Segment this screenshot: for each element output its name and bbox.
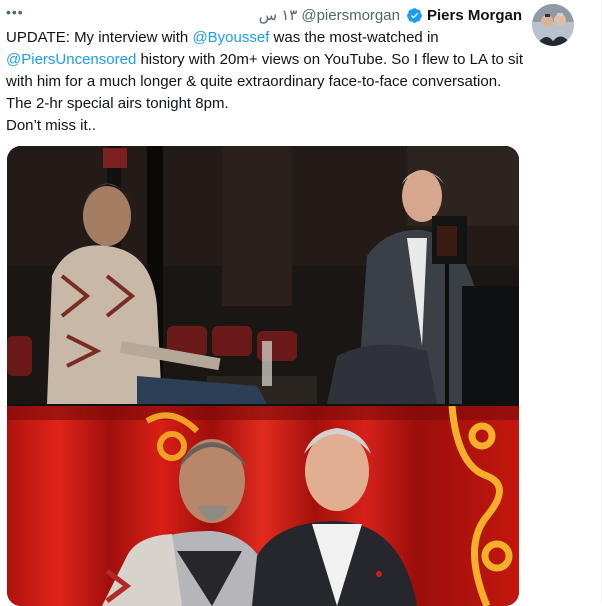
tweet-text-segment: UPDATE: My interview with <box>6 29 193 46</box>
tweet-text-segment: Don’t miss it.. <box>6 117 97 134</box>
tweet-media[interactable] <box>7 146 519 606</box>
mention-link[interactable]: @PiersUncensored <box>6 51 136 68</box>
tweet-timestamp[interactable]: ١٣ س <box>259 6 298 24</box>
tweet-text: UPDATE: My interview with @Byoussef was … <box>6 27 526 137</box>
more-options-icon[interactable]: ••• <box>6 4 24 20</box>
author-handle[interactable]: @piersmorgan <box>301 7 400 24</box>
stage-photo[interactable] <box>7 406 519 606</box>
interview-photo[interactable] <box>7 146 519 404</box>
avatar[interactable] <box>532 4 574 46</box>
tweet-meta: ١٣ س @piersmorgan Piers Morgan <box>259 6 522 25</box>
avatar-image <box>532 4 574 46</box>
tweet-text-segment: was the most-watched in <box>269 29 439 46</box>
author-name[interactable]: Piers Morgan <box>427 7 522 24</box>
verified-badge-icon <box>407 7 422 23</box>
tweet[interactable]: ••• ١٣ س @piersmorgan Piers Morgan UPDAT… <box>0 0 602 606</box>
mention-link[interactable]: @Byoussef <box>192 29 269 46</box>
